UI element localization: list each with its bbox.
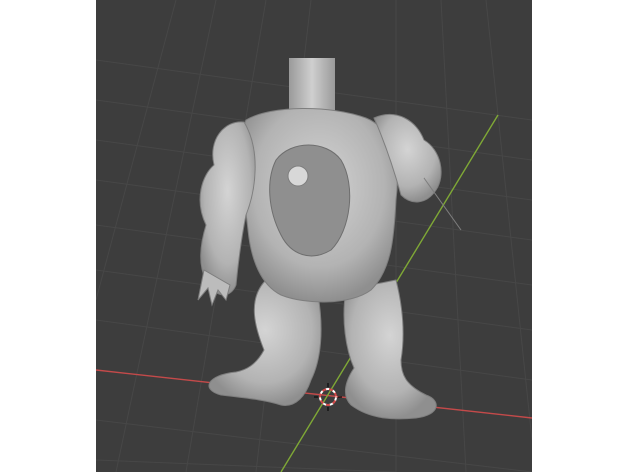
screenshot-frame — [0, 0, 628, 472]
left-arm — [199, 121, 256, 296]
right-leg — [343, 279, 437, 420]
viewport-canvas[interactable] — [96, 0, 532, 472]
x-axis-line — [96, 369, 532, 419]
monster-eye — [287, 165, 309, 187]
3d-viewport[interactable] — [96, 0, 532, 472]
